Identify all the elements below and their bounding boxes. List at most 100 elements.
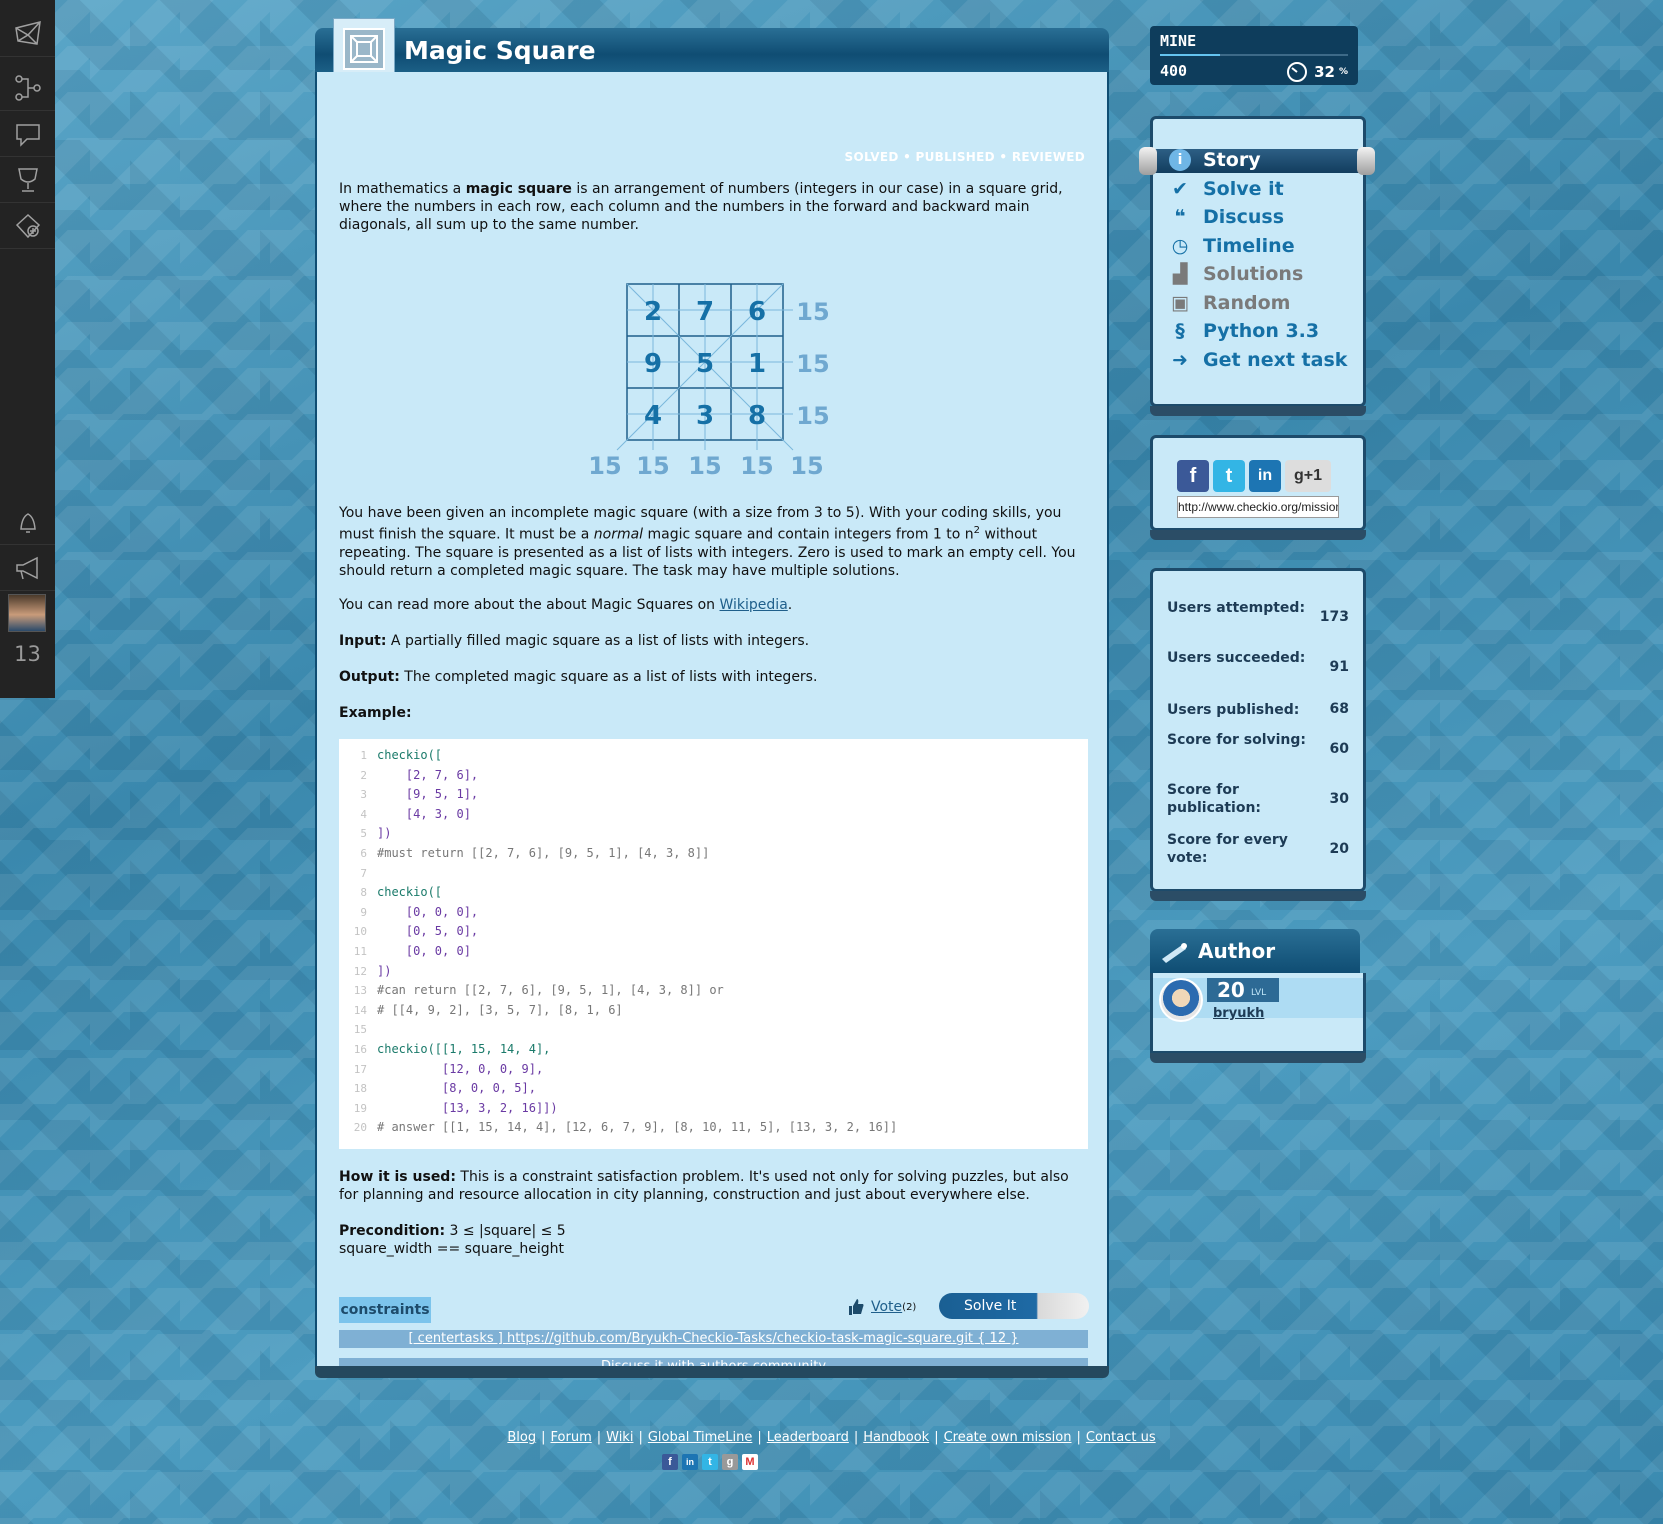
author-avatar[interactable] — [1159, 978, 1203, 1022]
share-box: f t in g+1 http://www.checkio.org/missio… — [1150, 435, 1366, 540]
linkedin-icon[interactable]: in — [1249, 460, 1281, 492]
mine-label: MINE — [1160, 32, 1197, 50]
map-icon[interactable] — [0, 66, 55, 111]
twitter-icon[interactable]: t — [1213, 460, 1245, 492]
code-line: 13 #can return [[2, 7, 6], [9, 5, 1], [4,… — [353, 983, 724, 998]
cell-1-2: 1 — [748, 349, 766, 379]
row-sum-2: 15 — [796, 402, 829, 430]
code-line: 19 [13, 3, 2, 16]]) — [353, 1100, 558, 1115]
tag-constraints[interactable]: constraints — [339, 1297, 431, 1323]
google-plus-icon[interactable]: g — [722, 1454, 738, 1470]
user-level: 13 — [14, 642, 41, 666]
stat-label: Score for solving: — [1167, 732, 1307, 748]
twitter-icon[interactable]: t — [702, 1454, 718, 1470]
stat-label: Score for every vote: — [1167, 832, 1288, 866]
code-line: 6 #must return [[2, 7, 6], [9, 5, 1], [4,… — [360, 846, 710, 860]
bell-icon[interactable] — [0, 500, 55, 545]
mission-body: SOLVED • PUBLISHED • REVIEWED In mathema… — [315, 72, 1109, 1376]
gmail-icon[interactable]: M — [742, 1454, 758, 1470]
col-sum-1: 15 — [636, 452, 669, 478]
wiki-paragraph: You can read more about the about Magic … — [339, 597, 793, 613]
footer-link-handbook[interactable]: Handbook — [863, 1430, 929, 1445]
share-url-field[interactable]: http://www.checkio.org/mission/magic-squ… — [1177, 496, 1339, 518]
precondition-paragraph: Precondition: 3 ≤ |square| ≤ 5 square_wid… — [339, 1223, 566, 1257]
mission-menu: i Story ✔ Solve it ❝ Discuss ◷ Timeline ▟ Solutio… — [1139, 116, 1375, 416]
logo-icon[interactable] — [0, 12, 55, 57]
linkedin-icon[interactable]: in — [682, 1454, 698, 1470]
forum-icon[interactable] — [0, 112, 55, 157]
mine-score: 400 — [1160, 62, 1188, 80]
add-mission-icon[interactable] — [0, 204, 55, 249]
footer-link-leaderboard[interactable]: Leaderboard — [767, 1430, 849, 1445]
author-box: 20 LVL bryukh — [1150, 973, 1366, 1063]
stat-value: 91 — [1329, 659, 1349, 675]
menu-item-discuss[interactable]: ❝ Discuss — [1169, 204, 1284, 230]
output-paragraph: Output: The completed magic square as a … — [339, 669, 818, 685]
footer-link-wiki[interactable]: Wiki — [606, 1430, 633, 1445]
intro-paragraph: In mathematics a magic square is an arra… — [339, 181, 1063, 233]
menu-item-solve-it[interactable]: ✔ Solve it — [1169, 176, 1284, 202]
author-name-link[interactable]: bryukh — [1213, 1006, 1264, 1021]
wikipedia-link[interactable]: Wikipedia — [720, 597, 788, 613]
menu-item-label: Python 3.3 — [1203, 320, 1320, 342]
menu-item-timeline[interactable]: ◷ Timeline — [1169, 233, 1295, 259]
input-paragraph: Input: A partially filled magic square a… — [339, 633, 810, 649]
cell-2-1: 3 — [696, 401, 714, 431]
google-plus-icon[interactable]: g+1 — [1285, 460, 1331, 492]
code-line: 15 — [353, 1023, 367, 1037]
repo-link[interactable]: [ centertasks ] https://github.com/Bryuk… — [408, 1331, 1018, 1346]
info-icon: i — [1169, 149, 1191, 171]
mine-progress-bar — [1160, 54, 1348, 56]
code-line: 14 # [[4, 9, 2], [3, 5, 7], [8, 1, 6] — [353, 1002, 623, 1017]
menu-item-solutions[interactable]: ▟ Solutions — [1169, 261, 1304, 287]
col-sum-3: 15 — [740, 452, 773, 478]
facebook-icon[interactable]: f — [1177, 460, 1209, 492]
code-line: 8 checkio([ — [360, 885, 443, 900]
mine-score-box[interactable]: MINE 400 32% — [1150, 26, 1358, 85]
megaphone-icon[interactable] — [0, 546, 55, 591]
user-avatar[interactable] — [8, 594, 46, 632]
arrow-right-icon: ➜ — [1172, 348, 1188, 371]
vote-link[interactable]: Vote — [871, 1299, 902, 1315]
how-used-paragraph: How it is used: This is a constraint sat… — [339, 1169, 1069, 1203]
repo-link-bar: [ centertasks ] https://github.com/Bryuk… — [339, 1330, 1088, 1348]
stat-value: 30 — [1329, 791, 1349, 807]
col-sum-4: 15 — [790, 452, 823, 478]
menu-item-python-3-3[interactable]: § Python 3.3 — [1169, 318, 1319, 344]
footer-link-blog[interactable]: Blog — [507, 1430, 536, 1445]
code-line: 16 checkio([[1, 15, 14, 4], — [353, 1042, 551, 1056]
cell-0-1: 7 — [696, 297, 714, 327]
cell-1-1: 5 — [696, 349, 714, 379]
footer-link-global-timeline[interactable]: Global TimeLine — [648, 1430, 753, 1445]
author-row: 20 LVL bryukh — [1153, 978, 1363, 1022]
menu-item-label: Discuss — [1203, 206, 1285, 228]
code-line: 7 — [360, 866, 367, 880]
code-line: 20 # answer [[1, 15, 14, 4], [12, 6, 7, 9… — [353, 1120, 898, 1135]
footer-link-create-own-mission[interactable]: Create own mission — [944, 1430, 1072, 1445]
menu-item-get-next-task[interactable]: ➜ Get next task — [1169, 347, 1347, 373]
code-line: 17 [12, 0, 0, 9], — [353, 1061, 544, 1076]
menu-item-story[interactable]: i Story — [1169, 147, 1261, 173]
code-line: 2 [2, 7, 6], — [360, 767, 479, 782]
code-line: 10 [0, 5, 0], — [353, 924, 479, 939]
code-line: 1 checkio([ — [360, 748, 443, 762]
menu-item-label: Random — [1203, 291, 1291, 314]
footer-link-forum[interactable]: Forum — [551, 1430, 592, 1445]
pen-icon — [1162, 943, 1187, 963]
stat-value: 68 — [1329, 701, 1349, 717]
footer-social-icons: f in t g M — [662, 1454, 758, 1470]
solve-it-button[interactable]: Solve It — [939, 1293, 1089, 1319]
menu-item-random[interactable]: ▣ Random — [1169, 290, 1290, 316]
row-sum-0: 15 — [796, 298, 829, 326]
vote-count: (2) — [902, 1301, 917, 1313]
stat-value: 20 — [1329, 841, 1349, 857]
cube-icon: ▣ — [1171, 291, 1189, 314]
row-sum-1: 15 — [796, 350, 829, 378]
cell-1-0: 9 — [644, 349, 662, 379]
footer-links: Blog | Forum | Wiki | Global TimeLine | Leaderbo… — [507, 1430, 1156, 1445]
trophy-icon[interactable] — [0, 158, 55, 203]
status-reviewed: REVIEWED — [1011, 150, 1085, 164]
footer-link-contact-us[interactable]: Contact us — [1086, 1430, 1156, 1445]
facebook-icon[interactable]: f — [662, 1454, 678, 1470]
left-nav: 13 — [0, 0, 55, 698]
